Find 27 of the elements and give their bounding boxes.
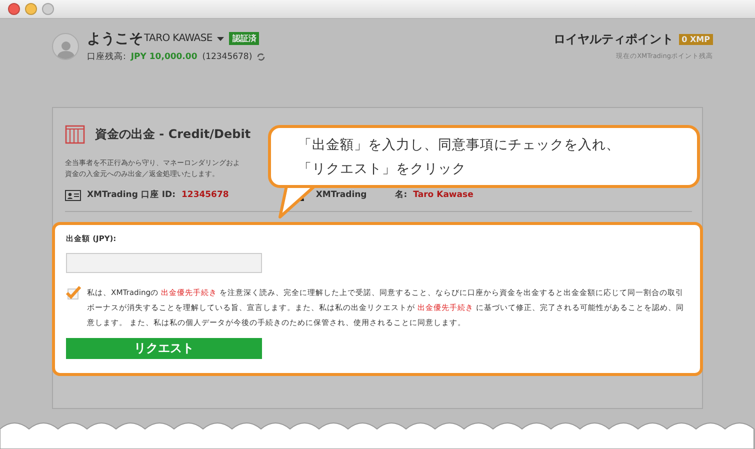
callout-text: 「出金額」を入力し、同意事項にチェックを入れ、 [298, 136, 621, 155]
minimize-button[interactable] [25, 3, 37, 15]
owner-name: Taro Kawase [413, 190, 474, 200]
agreement-checkbox[interactable] [66, 286, 81, 301]
request-button[interactable]: リクエスト [66, 338, 262, 359]
owner-label: 名: [394, 189, 408, 201]
user-name[interactable]: TARO KAWASE [144, 33, 212, 44]
avatar-icon [52, 32, 79, 60]
balance-label: 口座残高: [87, 50, 126, 62]
id-card-icon [65, 190, 81, 200]
loyalty-title: ロイヤルティポイント [554, 31, 674, 48]
verified-badge: 認証済 [229, 32, 260, 45]
caret-icon[interactable] [217, 36, 224, 40]
card-icon [65, 124, 85, 144]
owner-label: XMTrading [316, 190, 367, 200]
card-title: 資金の出金 - Credit/Debit [95, 126, 251, 142]
points-badge: 0 XMP [678, 34, 713, 45]
account-id: 12345678 [181, 190, 229, 200]
zoom-button[interactable] [42, 3, 54, 15]
welcome-text: ようこそ [87, 30, 143, 48]
account-label: XMTrading 口座 ID: [87, 189, 176, 201]
callout-text: 「リクエスト」をクリック [298, 160, 467, 179]
close-button[interactable] [8, 3, 20, 15]
refresh-icon[interactable] [257, 52, 266, 60]
amount-field[interactable] [66, 253, 262, 273]
account-number: (12345678) [202, 52, 252, 62]
balance-value: JPY 10,000.00 [130, 52, 198, 62]
